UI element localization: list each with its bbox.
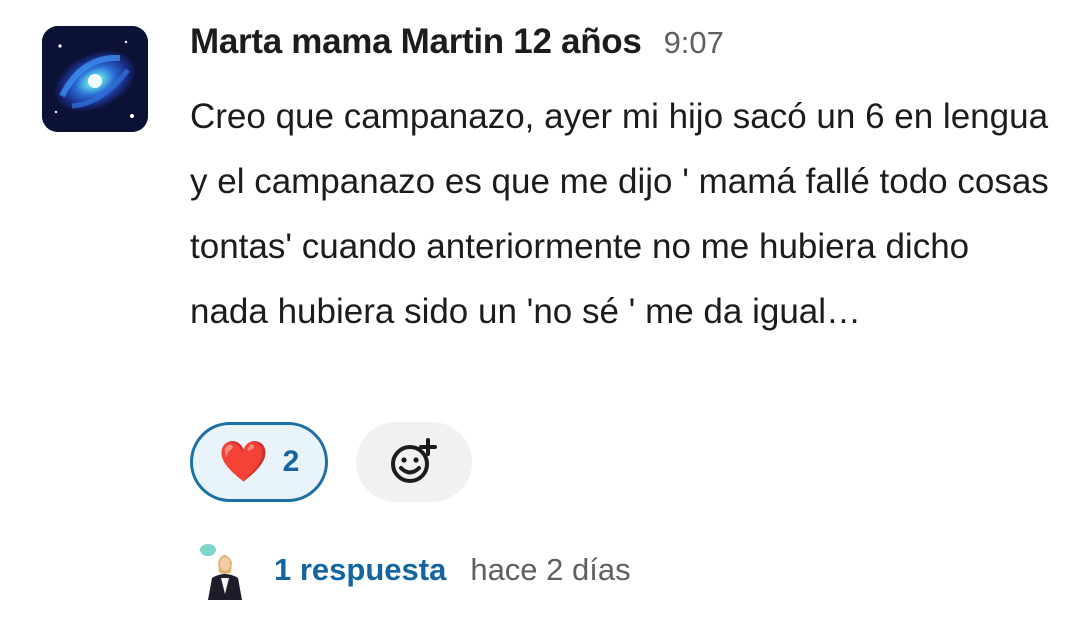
thread-summary[interactable]: 1 respuesta hace 2 días xyxy=(198,540,631,600)
message-header: Marta mama Martin 12 años 9:07 xyxy=(190,22,724,62)
add-reaction-button[interactable] xyxy=(356,422,472,502)
reaction-count: 2 xyxy=(282,445,300,478)
author-avatar[interactable] xyxy=(42,26,148,132)
reply-avatar xyxy=(198,540,250,600)
replies-link[interactable]: 1 respuesta xyxy=(274,552,446,588)
heart-icon: ❤️ xyxy=(218,440,269,484)
message-timestamp[interactable]: 9:07 xyxy=(664,25,724,61)
reaction-heart-button[interactable]: ❤️ 2 xyxy=(190,422,328,502)
add-emoji-icon xyxy=(391,438,437,483)
message-text: Creo que campanazo, ayer mi hijo sacó un… xyxy=(190,97,1049,331)
galaxy-icon xyxy=(42,26,148,132)
author-name[interactable]: Marta mama Martin 12 años xyxy=(190,22,642,62)
last-reply-time: hace 2 días xyxy=(470,552,631,587)
